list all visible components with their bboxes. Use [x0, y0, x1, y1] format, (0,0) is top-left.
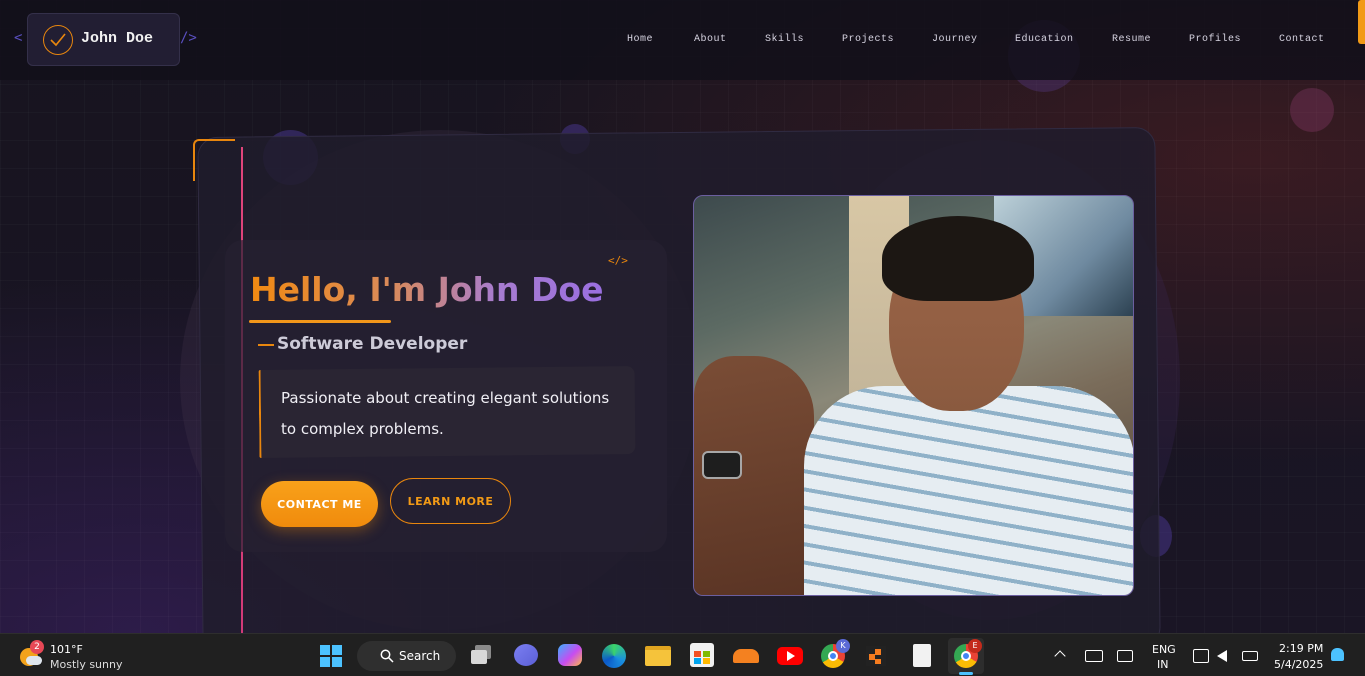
code-icon: </> — [608, 254, 628, 267]
hero-role: Software Developer — [277, 334, 468, 354]
network-icon[interactable] — [1193, 649, 1209, 663]
nav-contact[interactable]: Contact — [1279, 34, 1325, 45]
display-icon[interactable] — [1117, 650, 1133, 662]
clock-date[interactable]: 5/4/2025 — [1274, 658, 1323, 671]
portfolio-page: < John Doe /> Home About Skills Projects… — [0, 0, 1365, 633]
search-icon — [380, 649, 394, 663]
logo-bracket-left: < — [14, 30, 23, 46]
language-line1[interactable]: ENG — [1152, 643, 1176, 656]
chevron-up-icon[interactable] — [1054, 650, 1066, 662]
nav-home[interactable]: Home — [627, 34, 653, 45]
nav-skills[interactable]: Skills — [765, 34, 804, 45]
battery-icon[interactable] — [1242, 651, 1258, 661]
language-line2[interactable]: IN — [1157, 658, 1168, 671]
keyboard-icon[interactable] — [1085, 650, 1103, 662]
nav-profiles[interactable]: Profiles — [1189, 34, 1241, 45]
chrome-badge-e: E — [968, 639, 982, 653]
logo-bracket-right: /> — [180, 30, 197, 46]
weather-temp: 101°F — [50, 643, 83, 656]
logo-name: John Doe — [81, 30, 154, 47]
clock-time[interactable]: 2:19 PM — [1279, 642, 1323, 655]
store-icon[interactable] — [690, 643, 714, 667]
search-box[interactable]: Search — [357, 641, 456, 671]
weather-desc: Mostly sunny — [50, 658, 123, 671]
hero-description: Passionate about creating elegant soluti… — [281, 389, 610, 438]
nav-resume[interactable]: Resume — [1112, 34, 1151, 45]
cloud-icon — [26, 656, 42, 665]
contact-me-button[interactable]: CONTACT ME — [261, 481, 378, 527]
volume-icon[interactable] — [1217, 650, 1227, 662]
chrome-profile-k-icon[interactable]: K — [821, 639, 850, 668]
nav-education[interactable]: Education — [1015, 34, 1074, 45]
youtube-icon[interactable] — [777, 647, 803, 665]
role-dash — [258, 344, 274, 346]
learn-more-button[interactable]: LEARN MORE — [390, 478, 511, 524]
start-icon[interactable] — [320, 645, 342, 667]
edge-icon[interactable] — [602, 644, 626, 668]
greeting-underline — [249, 320, 391, 323]
logo[interactable]: John Doe — [27, 13, 180, 66]
profile-photo — [693, 195, 1134, 596]
chrome-badge-k: K — [836, 639, 850, 653]
weather-badge: 2 — [30, 640, 44, 654]
search-label: Search — [399, 649, 441, 663]
notepad-icon[interactable] — [913, 644, 931, 667]
checkmark-icon — [43, 25, 73, 55]
nav-journey[interactable]: Journey — [932, 34, 978, 45]
nav-projects[interactable]: Projects — [842, 34, 894, 45]
task-view-icon[interactable] — [471, 645, 493, 665]
app-icon-orange[interactable] — [866, 646, 886, 666]
top-navigation: < John Doe /> Home About Skills Projects… — [0, 0, 1365, 80]
background-orb — [1290, 88, 1334, 132]
nav-about[interactable]: About — [694, 34, 727, 45]
hero-greeting: Hello, I'm John Doe — [250, 270, 604, 309]
cloudflare-icon[interactable] — [733, 649, 759, 663]
chrome-profile-e-icon[interactable]: E — [948, 638, 984, 675]
meet-icon[interactable] — [514, 644, 538, 666]
watch — [702, 451, 742, 479]
weather-widget[interactable]: 2 101°F Mostly sunny — [14, 638, 144, 674]
file-explorer-icon[interactable] — [645, 646, 671, 666]
card-corner-accent — [193, 139, 235, 181]
scroll-indicator — [1358, 0, 1365, 44]
copilot-icon[interactable] — [558, 644, 582, 666]
notification-bell-icon[interactable] — [1331, 648, 1344, 661]
taskbar: 2 101°F Mostly sunny Search K E ENG IN 2… — [0, 633, 1365, 676]
